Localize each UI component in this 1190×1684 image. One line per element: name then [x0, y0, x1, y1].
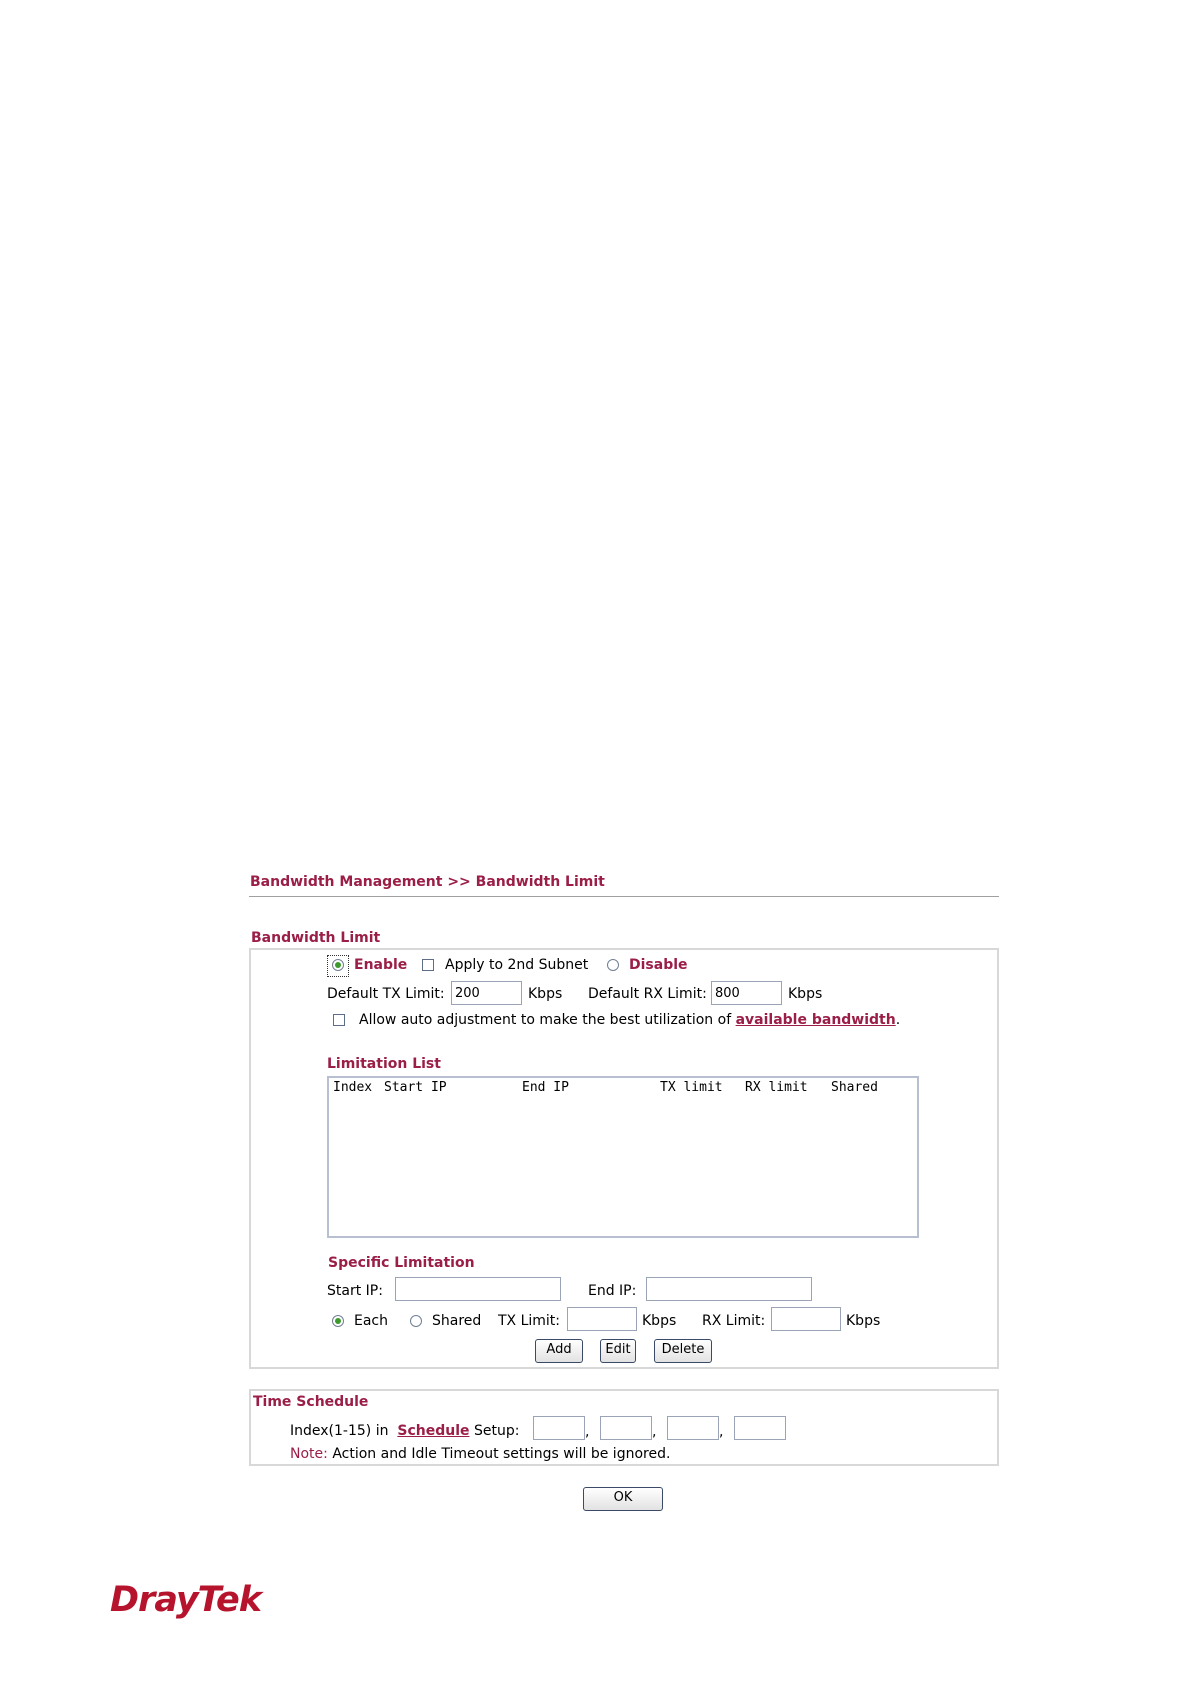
schedule-index-input-1[interactable] — [533, 1416, 585, 1440]
end-ip-input[interactable] — [646, 1277, 812, 1301]
auto-adjust-row: Allow auto adjustment to make the best u… — [359, 1012, 900, 1028]
note-label: Note: — [290, 1446, 328, 1462]
tx-limit-unit: Kbps — [642, 1313, 677, 1329]
limitation-col-end-ip: End IP — [522, 1080, 569, 1095]
limitation-listbox[interactable] — [327, 1076, 919, 1238]
auto-adjust-checkbox[interactable] — [333, 1014, 345, 1026]
apply-2nd-subnet-checkbox[interactable] — [422, 959, 434, 971]
edit-button[interactable]: Edit — [600, 1339, 636, 1363]
start-ip-input[interactable] — [395, 1277, 561, 1301]
ok-button[interactable]: OK — [583, 1487, 663, 1511]
default-tx-unit: Kbps — [528, 986, 563, 1002]
specific-limitation-title: Specific Limitation — [328, 1255, 475, 1271]
schedule-separator-1: , — [585, 1424, 590, 1440]
enable-label[interactable]: Enable — [354, 957, 407, 973]
schedule-index-label: Index(1-15) in — [290, 1423, 389, 1439]
rx-limit-unit: Kbps — [846, 1313, 881, 1329]
limitation-col-shared: Shared — [831, 1080, 878, 1095]
breadcrumb: Bandwidth Management >> Bandwidth Limit — [250, 874, 605, 890]
tx-limit-input[interactable] — [567, 1307, 637, 1331]
schedule-index-row: Index(1-15) in Schedule Setup: — [290, 1423, 519, 1439]
default-rx-input[interactable] — [711, 981, 782, 1005]
limitation-col-rx-limit: RX limit — [745, 1080, 808, 1095]
delete-button[interactable]: Delete — [654, 1339, 712, 1363]
rx-limit-label: RX Limit: — [702, 1313, 766, 1329]
default-rx-unit: Kbps — [788, 986, 823, 1002]
header-divider — [249, 896, 999, 897]
schedule-separator-2: , — [652, 1424, 657, 1440]
schedule-link[interactable]: Schedule — [397, 1423, 469, 1439]
time-schedule-title: Time Schedule — [253, 1394, 369, 1410]
each-label[interactable]: Each — [354, 1313, 388, 1329]
enable-radio[interactable] — [332, 959, 344, 971]
available-bandwidth-link[interactable]: available bandwidth — [736, 1012, 896, 1028]
default-rx-label: Default RX Limit: — [588, 986, 707, 1002]
limitation-list-title: Limitation List — [327, 1056, 441, 1072]
add-button[interactable]: Add — [535, 1339, 583, 1363]
default-tx-label: Default TX Limit: — [327, 986, 445, 1002]
auto-adjust-period: . — [895, 1012, 901, 1028]
tx-limit-label: TX Limit: — [498, 1313, 561, 1329]
shared-label[interactable]: Shared — [432, 1313, 481, 1329]
note-text: Action and Idle Timeout settings will be… — [332, 1446, 671, 1462]
schedule-separator-3: , — [719, 1424, 724, 1440]
shared-radio[interactable] — [410, 1315, 422, 1327]
schedule-index-input-4[interactable] — [734, 1416, 786, 1440]
disable-label[interactable]: Disable — [629, 957, 688, 973]
each-radio[interactable] — [332, 1315, 344, 1327]
draytek-logo: DrayTek — [110, 1580, 262, 1620]
schedule-index-input-2[interactable] — [600, 1416, 652, 1440]
schedule-note: Note: Action and Idle Timeout settings w… — [290, 1446, 670, 1462]
default-tx-input[interactable] — [451, 981, 522, 1005]
auto-adjust-label: Allow auto adjustment to make the best u… — [359, 1012, 732, 1028]
start-ip-label: Start IP: — [327, 1283, 383, 1299]
limitation-col-index: Index — [333, 1080, 373, 1095]
limitation-col-tx-limit: TX limit — [660, 1080, 723, 1095]
rx-limit-input[interactable] — [771, 1307, 841, 1331]
disable-radio[interactable] — [607, 959, 619, 971]
apply-2nd-subnet-label[interactable]: Apply to 2nd Subnet — [445, 957, 588, 973]
schedule-setup-label: Setup: — [473, 1423, 520, 1439]
bandwidth-limit-title: Bandwidth Limit — [251, 930, 381, 946]
end-ip-label: End IP: — [588, 1283, 637, 1299]
schedule-index-input-3[interactable] — [667, 1416, 719, 1440]
limitation-col-start-ip: Start IP — [384, 1080, 447, 1095]
